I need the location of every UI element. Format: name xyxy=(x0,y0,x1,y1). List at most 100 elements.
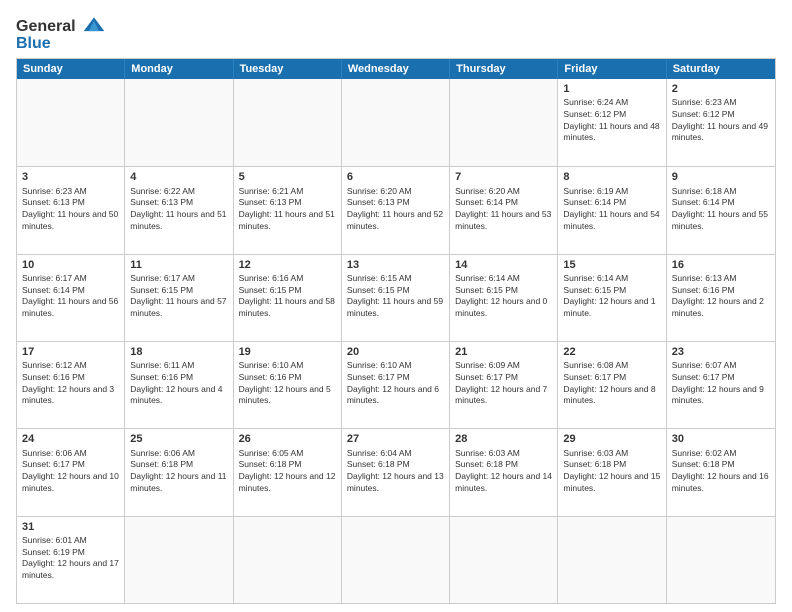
day-number: 24 xyxy=(22,432,119,446)
day-info: Sunrise: 6:03 AM Sunset: 6:18 PM Dayligh… xyxy=(563,448,660,493)
day-info: Sunrise: 6:08 AM Sunset: 6:17 PM Dayligh… xyxy=(563,360,655,405)
day-info: Sunrise: 6:12 AM Sunset: 6:16 PM Dayligh… xyxy=(22,360,114,405)
cal-cell: 23Sunrise: 6:07 AM Sunset: 6:17 PM Dayli… xyxy=(667,342,775,428)
cal-cell xyxy=(125,79,233,166)
day-info: Sunrise: 6:23 AM Sunset: 6:13 PM Dayligh… xyxy=(22,186,118,231)
day-info: Sunrise: 6:02 AM Sunset: 6:18 PM Dayligh… xyxy=(672,448,769,493)
logo: General Blue xyxy=(16,16,110,52)
day-number: 13 xyxy=(347,258,444,272)
cal-cell: 15Sunrise: 6:14 AM Sunset: 6:15 PM Dayli… xyxy=(558,255,666,341)
day-info: Sunrise: 6:10 AM Sunset: 6:16 PM Dayligh… xyxy=(239,360,331,405)
day-number: 21 xyxy=(455,345,552,359)
day-number: 9 xyxy=(672,170,770,184)
cal-cell: 11Sunrise: 6:17 AM Sunset: 6:15 PM Dayli… xyxy=(125,255,233,341)
cal-cell: 10Sunrise: 6:17 AM Sunset: 6:14 PM Dayli… xyxy=(17,255,125,341)
cal-header-wednesday: Wednesday xyxy=(342,59,450,79)
cal-cell xyxy=(342,79,450,166)
day-number: 4 xyxy=(130,170,227,184)
cal-header-sunday: Sunday xyxy=(17,59,125,79)
day-number: 30 xyxy=(672,432,770,446)
day-number: 22 xyxy=(563,345,660,359)
cal-cell: 26Sunrise: 6:05 AM Sunset: 6:18 PM Dayli… xyxy=(234,429,342,515)
cal-row-3: 17Sunrise: 6:12 AM Sunset: 6:16 PM Dayli… xyxy=(17,341,775,428)
day-number: 14 xyxy=(455,258,552,272)
cal-cell: 29 Sunrise: 6:03 AM Sunset: 6:18 PM Dayli… xyxy=(558,429,666,515)
cal-cell: 31Sunrise: 6:01 AM Sunset: 6:19 PM Dayli… xyxy=(17,517,125,603)
day-number: 31 xyxy=(22,520,119,534)
cal-cell: 8Sunrise: 6:19 AM Sunset: 6:14 PM Daylig… xyxy=(558,167,666,253)
day-number: 10 xyxy=(22,258,119,272)
cal-cell xyxy=(17,79,125,166)
day-info: Sunrise: 6:10 AM Sunset: 6:17 PM Dayligh… xyxy=(347,360,439,405)
calendar-body: 1Sunrise: 6:24 AM Sunset: 6:12 PM Daylig… xyxy=(17,79,775,603)
cal-cell: 30 Sunrise: 6:02 AM Sunset: 6:18 PM Dayli… xyxy=(667,429,775,515)
day-number: 29 xyxy=(563,432,660,446)
day-info: Sunrise: 6:23 AM Sunset: 6:12 PM Dayligh… xyxy=(672,97,768,142)
day-info: Sunrise: 6:20 AM Sunset: 6:13 PM Dayligh… xyxy=(347,186,443,231)
day-number: 28 xyxy=(455,432,552,446)
cal-cell: 1Sunrise: 6:24 AM Sunset: 6:12 PM Daylig… xyxy=(558,79,666,166)
day-info: Sunrise: 6:22 AM Sunset: 6:13 PM Dayligh… xyxy=(130,186,226,231)
day-number: 6 xyxy=(347,170,444,184)
cal-cell: 28 Sunrise: 6:03 AM Sunset: 6:18 PM Dayli… xyxy=(450,429,558,515)
day-info: Sunrise: 6:16 AM Sunset: 6:15 PM Dayligh… xyxy=(239,273,335,318)
day-info: Sunrise: 6:03 AM Sunset: 6:18 PM Dayligh… xyxy=(455,448,552,493)
day-info: Sunrise: 6:06 AM Sunset: 6:18 PM Dayligh… xyxy=(130,448,226,493)
cal-row-2: 10Sunrise: 6:17 AM Sunset: 6:14 PM Dayli… xyxy=(17,254,775,341)
cal-header-monday: Monday xyxy=(125,59,233,79)
day-number: 23 xyxy=(672,345,770,359)
day-number: 12 xyxy=(239,258,336,272)
cal-header-tuesday: Tuesday xyxy=(234,59,342,79)
cal-cell: 4 Sunrise: 6:22 AM Sunset: 6:13 PM Daylig… xyxy=(125,167,233,253)
day-number: 26 xyxy=(239,432,336,446)
day-number: 17 xyxy=(22,345,119,359)
cal-row-0: 1Sunrise: 6:24 AM Sunset: 6:12 PM Daylig… xyxy=(17,79,775,166)
day-info: Sunrise: 6:09 AM Sunset: 6:17 PM Dayligh… xyxy=(455,360,547,405)
day-info: Sunrise: 6:06 AM Sunset: 6:17 PM Dayligh… xyxy=(22,448,119,493)
day-info: Sunrise: 6:17 AM Sunset: 6:14 PM Dayligh… xyxy=(22,273,118,318)
cal-cell xyxy=(234,517,342,603)
cal-row-4: 24 Sunrise: 6:06 AM Sunset: 6:17 PM Dayli… xyxy=(17,428,775,515)
cal-cell: 13Sunrise: 6:15 AM Sunset: 6:15 PM Dayli… xyxy=(342,255,450,341)
cal-cell: 2Sunrise: 6:23 AM Sunset: 6:12 PM Daylig… xyxy=(667,79,775,166)
day-number: 19 xyxy=(239,345,336,359)
header: General Blue xyxy=(16,16,776,52)
day-info: Sunrise: 6:24 AM Sunset: 6:12 PM Dayligh… xyxy=(563,97,659,142)
cal-cell: 22Sunrise: 6:08 AM Sunset: 6:17 PM Dayli… xyxy=(558,342,666,428)
cal-cell: 19Sunrise: 6:10 AM Sunset: 6:16 PM Dayli… xyxy=(234,342,342,428)
day-number: 25 xyxy=(130,432,227,446)
cal-cell: 18Sunrise: 6:11 AM Sunset: 6:16 PM Dayli… xyxy=(125,342,233,428)
cal-cell: 21Sunrise: 6:09 AM Sunset: 6:17 PM Dayli… xyxy=(450,342,558,428)
day-number: 8 xyxy=(563,170,660,184)
cal-header-saturday: Saturday xyxy=(667,59,775,79)
cal-cell: 6 Sunrise: 6:20 AM Sunset: 6:13 PM Daylig… xyxy=(342,167,450,253)
cal-cell: 25 Sunrise: 6:06 AM Sunset: 6:18 PM Dayli… xyxy=(125,429,233,515)
cal-header-thursday: Thursday xyxy=(450,59,558,79)
day-info: Sunrise: 6:07 AM Sunset: 6:17 PM Dayligh… xyxy=(672,360,764,405)
cal-cell xyxy=(450,517,558,603)
day-number: 15 xyxy=(563,258,660,272)
day-number: 20 xyxy=(347,345,444,359)
day-info: Sunrise: 6:17 AM Sunset: 6:15 PM Dayligh… xyxy=(130,273,226,318)
cal-row-1: 3 Sunrise: 6:23 AM Sunset: 6:13 PM Daylig… xyxy=(17,166,775,253)
day-number: 5 xyxy=(239,170,336,184)
day-info: Sunrise: 6:11 AM Sunset: 6:16 PM Dayligh… xyxy=(130,360,222,405)
cal-cell xyxy=(450,79,558,166)
cal-cell: 7Sunrise: 6:20 AM Sunset: 6:14 PM Daylig… xyxy=(450,167,558,253)
cal-cell: 14Sunrise: 6:14 AM Sunset: 6:15 PM Dayli… xyxy=(450,255,558,341)
day-number: 16 xyxy=(672,258,770,272)
day-number: 3 xyxy=(22,170,119,184)
day-number: 7 xyxy=(455,170,552,184)
cal-header-friday: Friday xyxy=(558,59,666,79)
day-info: Sunrise: 6:04 AM Sunset: 6:18 PM Dayligh… xyxy=(347,448,444,493)
cal-cell: 20Sunrise: 6:10 AM Sunset: 6:17 PM Dayli… xyxy=(342,342,450,428)
day-number: 18 xyxy=(130,345,227,359)
cal-cell: 3 Sunrise: 6:23 AM Sunset: 6:13 PM Daylig… xyxy=(17,167,125,253)
cal-cell xyxy=(558,517,666,603)
cal-row-5: 31Sunrise: 6:01 AM Sunset: 6:19 PM Dayli… xyxy=(17,516,775,603)
cal-cell xyxy=(667,517,775,603)
day-info: Sunrise: 6:15 AM Sunset: 6:15 PM Dayligh… xyxy=(347,273,443,318)
cal-cell xyxy=(234,79,342,166)
logo-blue: Blue xyxy=(16,36,110,52)
cal-cell: 24 Sunrise: 6:06 AM Sunset: 6:17 PM Dayli… xyxy=(17,429,125,515)
